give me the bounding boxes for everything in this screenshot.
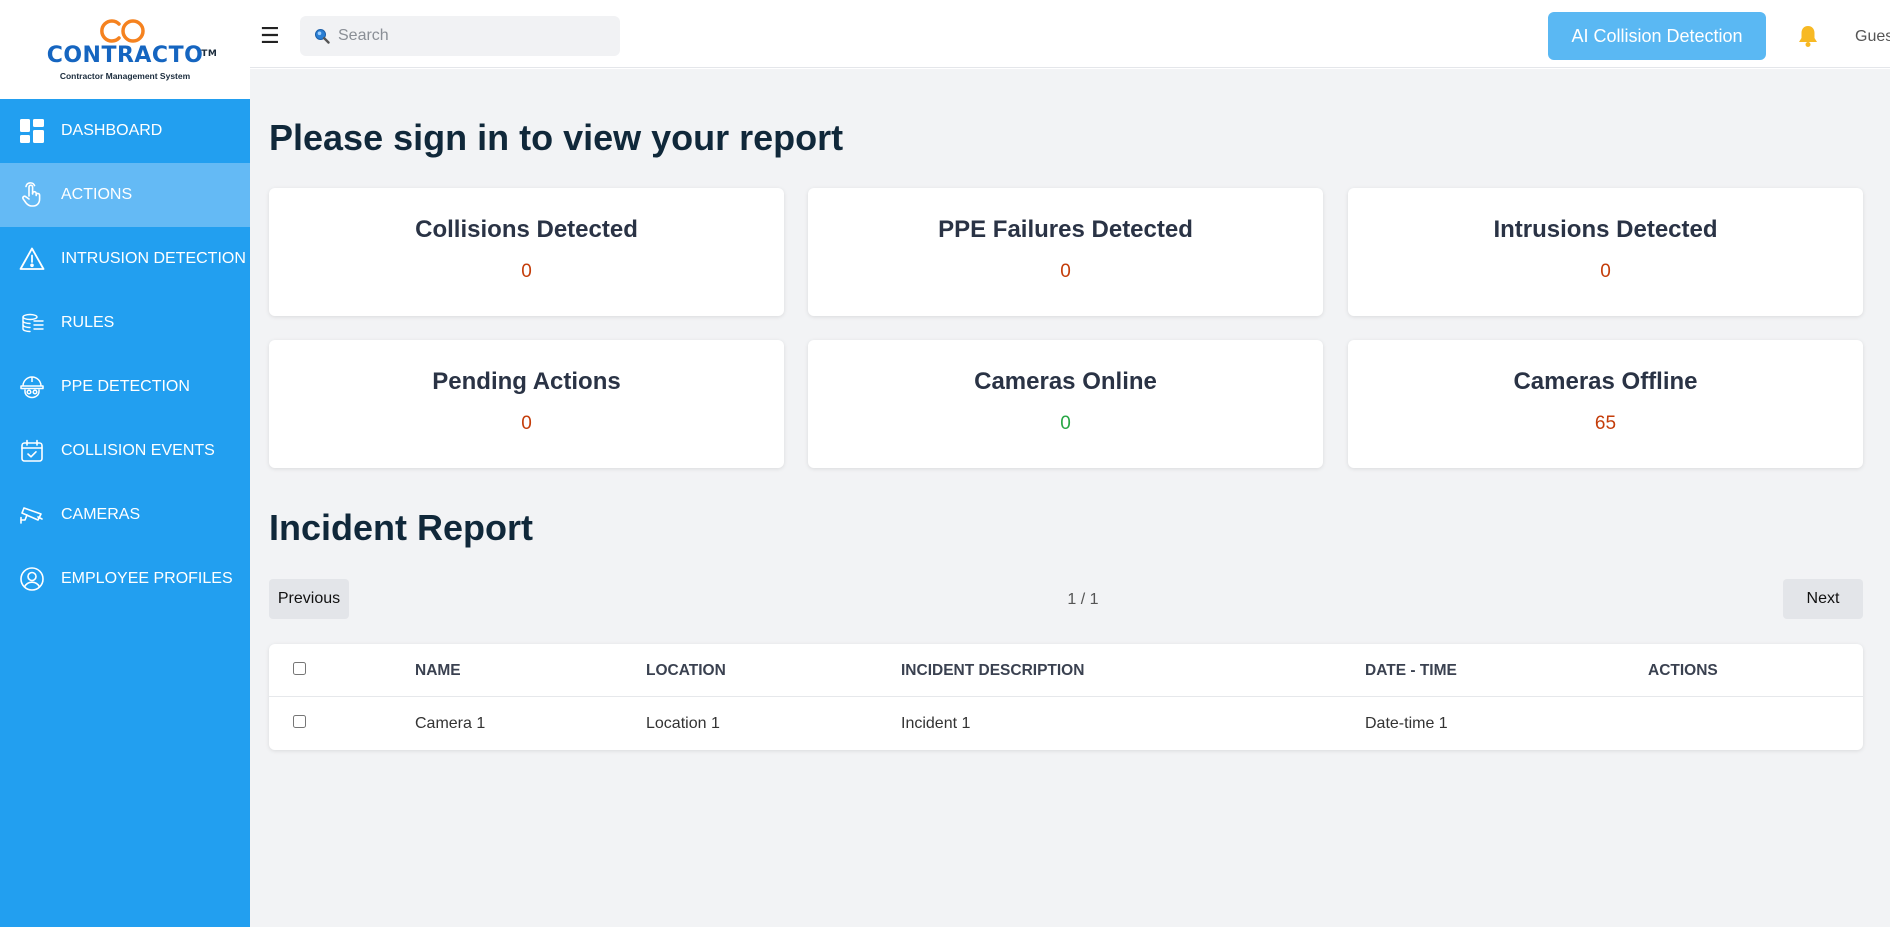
cell-incident-description: Incident 1 xyxy=(901,715,971,732)
logo-name: CONTRACTO TM xyxy=(46,43,218,68)
user-circle-icon xyxy=(19,566,45,592)
sidebar-item-ppe-detection[interactable]: PPE DETECTION xyxy=(0,355,250,419)
column-header-location[interactable]: LOCATION xyxy=(646,662,726,680)
sidebar-nav: DASHBOARD ACTIONS INTRUSION DETECTION RU… xyxy=(0,99,250,611)
sidebar-item-dashboard[interactable]: DASHBOARD xyxy=(0,99,250,163)
sidebar-item-collision-events[interactable]: COLLISION EVENTS xyxy=(0,419,250,483)
logo-subtitle: Contractor Management System xyxy=(59,71,191,81)
hard-hat-icon xyxy=(19,374,45,400)
stat-label: Pending Actions xyxy=(432,368,621,395)
table-row[interactable]: Camera 1 Location 1 Incident 1 Date-time… xyxy=(269,697,1863,750)
stat-card-collisions: Collisions Detected 0 xyxy=(269,188,784,316)
search-box[interactable] xyxy=(300,16,620,56)
sidebar: CONTRACTO TM Contractor Management System… xyxy=(0,0,250,927)
sidebar-item-label: ACTIONS xyxy=(61,186,133,203)
stat-label: Collisions Detected xyxy=(415,216,638,243)
select-all-checkbox[interactable] xyxy=(293,662,306,675)
stat-value: 0 xyxy=(1060,413,1071,434)
menu-icon[interactable]: ☰ xyxy=(260,24,280,48)
sidebar-item-label: COLLISION EVENTS xyxy=(61,442,215,459)
sidebar-item-employee-profiles[interactable]: EMPLOYEE PROFILES xyxy=(0,547,250,611)
column-header-actions: ACTIONS xyxy=(1648,662,1718,679)
cell-date-time: Date-time 1 xyxy=(1365,715,1448,732)
dashboard-icon xyxy=(19,118,45,144)
calendar-check-icon xyxy=(19,438,45,464)
sidebar-item-actions[interactable]: ACTIONS xyxy=(0,163,250,227)
cell-name: Camera 1 xyxy=(415,715,486,732)
sidebar-item-label: EMPLOYEE PROFILES xyxy=(61,570,233,587)
stat-label: Intrusions Detected xyxy=(1493,216,1718,243)
column-header-incident-description[interactable]: INCIDENT DESCRIPTION xyxy=(901,662,1084,680)
page-indicator: 1 / 1 xyxy=(1067,591,1099,608)
logo[interactable]: CONTRACTO TM Contractor Management System xyxy=(0,0,250,99)
next-button[interactable]: Next xyxy=(1783,579,1863,619)
stat-value: 0 xyxy=(1060,261,1071,282)
previous-button[interactable]: Previous xyxy=(269,579,349,619)
sidebar-item-intrusion-detection[interactable]: INTRUSION DETECTION xyxy=(0,227,250,291)
logo-mark-icon xyxy=(100,19,145,43)
search-icon xyxy=(315,29,330,44)
user-name[interactable]: Guest xyxy=(1855,28,1890,46)
cell-location: Location 1 xyxy=(646,715,720,732)
stat-card-pending-actions: Pending Actions 0 xyxy=(269,340,784,468)
stat-card-intrusions: Intrusions Detected 0 xyxy=(1348,188,1863,316)
app-root: CONTRACTO TM Contractor Management System… xyxy=(0,0,1890,927)
stat-label: Cameras Offline xyxy=(1513,368,1698,395)
camera-icon xyxy=(19,502,45,528)
sidebar-item-cameras[interactable]: CAMERAS xyxy=(0,483,250,547)
rules-icon xyxy=(19,310,45,336)
hand-pointer-icon xyxy=(19,182,45,208)
sidebar-item-label: CAMERAS xyxy=(61,506,141,523)
bell-icon[interactable] xyxy=(1797,24,1819,48)
stat-label: Cameras Online xyxy=(974,368,1157,395)
main-content: Please sign in to view your report Colli… xyxy=(250,69,1890,927)
incident-report-title: Incident Report xyxy=(269,507,534,548)
sidebar-item-label: INTRUSION DETECTION xyxy=(61,250,246,267)
stat-card-cameras-online: Cameras Online 0 xyxy=(808,340,1323,468)
logo-tm: TM xyxy=(201,49,218,59)
stat-value: 0 xyxy=(1600,261,1611,282)
sidebar-item-label: DASHBOARD xyxy=(61,122,163,139)
row-checkbox[interactable] xyxy=(293,715,306,728)
table-header-row: NAME LOCATION INCIDENT DESCRIPTION DATE … xyxy=(269,644,1863,697)
stat-value: 0 xyxy=(521,413,532,434)
sidebar-item-label: PPE DETECTION xyxy=(61,378,190,395)
warning-icon xyxy=(19,246,45,272)
stat-label: PPE Failures Detected xyxy=(938,216,1193,243)
search-input[interactable] xyxy=(338,27,598,45)
stat-card-ppe-failures: PPE Failures Detected 0 xyxy=(808,188,1323,316)
ai-collision-detection-button[interactable]: AI Collision Detection xyxy=(1548,12,1766,60)
incident-table: NAME LOCATION INCIDENT DESCRIPTION DATE … xyxy=(269,644,1863,750)
page-title: Please sign in to view your report xyxy=(269,117,844,158)
sidebar-item-rules[interactable]: RULES xyxy=(0,291,250,355)
topbar: ☰ AI Collision Detection Guest xyxy=(250,4,1890,68)
column-header-name[interactable]: NAME xyxy=(415,662,461,680)
stat-value: 65 xyxy=(1594,413,1617,434)
sidebar-item-label: RULES xyxy=(61,314,115,331)
stat-card-cameras-offline: Cameras Offline 65 xyxy=(1348,340,1863,468)
column-header-date-time[interactable]: DATE - TIME xyxy=(1365,662,1457,680)
stat-value: 0 xyxy=(521,261,532,282)
